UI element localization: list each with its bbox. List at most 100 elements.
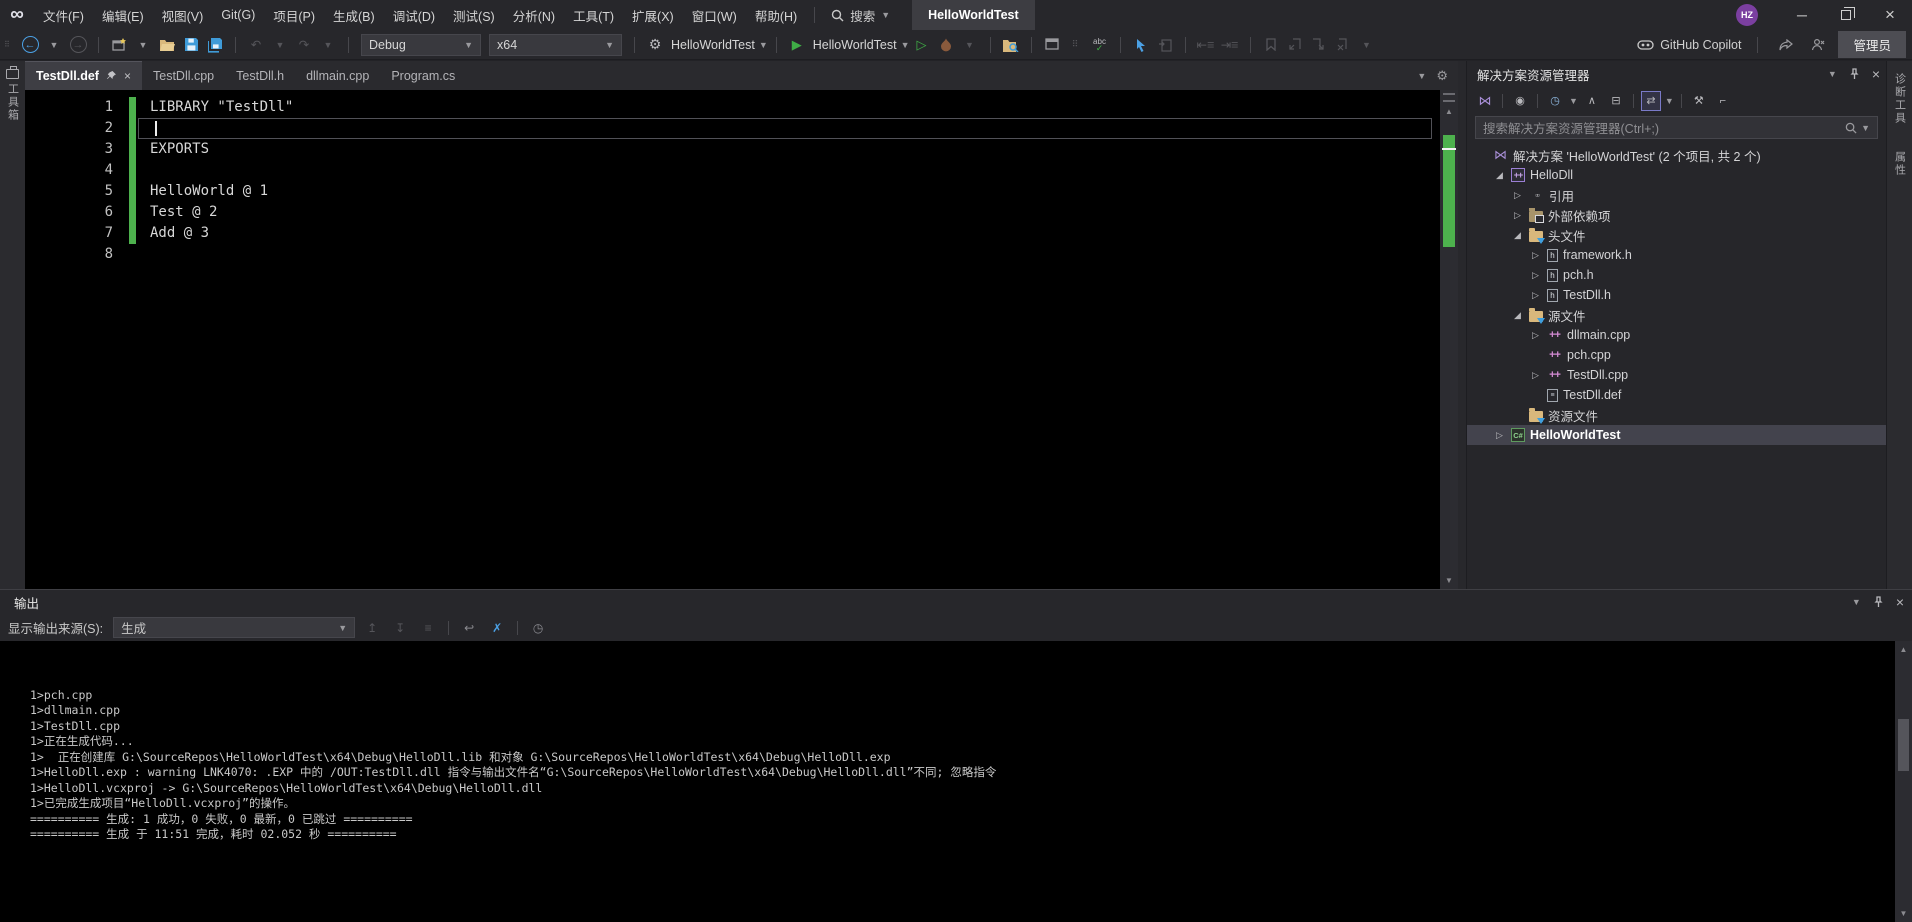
close-button[interactable]: × bbox=[1868, 0, 1912, 30]
expand-arrow-icon[interactable]: ▷ bbox=[1511, 210, 1524, 221]
previous-message-icon[interactable]: ↥ bbox=[361, 617, 383, 638]
tree-row[interactable]: ◢++HelloDll bbox=[1467, 165, 1886, 185]
open-files-filter-icon[interactable]: ◷ bbox=[1545, 91, 1565, 111]
collapse-all-icon[interactable]: ∧ bbox=[1582, 91, 1602, 111]
save-icon[interactable] bbox=[180, 33, 202, 57]
splitter-grip-icon[interactable] bbox=[1443, 93, 1455, 102]
code-line[interactable]: 2 bbox=[25, 118, 1440, 139]
menu-item[interactable]: 测试(S) bbox=[444, 0, 504, 30]
tree-row[interactable]: ▷▫▫引用 bbox=[1467, 185, 1886, 205]
go-to-message-icon[interactable]: ≡ bbox=[417, 617, 439, 638]
menu-item[interactable]: 生成(B) bbox=[324, 0, 384, 30]
tree-row[interactable]: ◢源文件 bbox=[1467, 305, 1886, 325]
collapse-arrow-icon[interactable]: ◢ bbox=[1511, 230, 1524, 241]
feedback-icon[interactable] bbox=[1807, 33, 1829, 57]
previous-bookmark-icon[interactable] bbox=[1284, 33, 1306, 57]
scroll-down-icon[interactable]: ▼ bbox=[1895, 909, 1912, 918]
expand-arrow-icon[interactable]: ▷ bbox=[1529, 370, 1542, 381]
user-avatar[interactable]: HZ bbox=[1736, 4, 1758, 26]
code-editor[interactable]: 1 LIBRARY "TestDll" 2 3 EXPORTS bbox=[25, 90, 1458, 589]
new-project-caret[interactable]: ▼ bbox=[132, 33, 154, 57]
editor-tab[interactable]: Program.cs × bbox=[380, 61, 466, 90]
menu-item[interactable]: 工具(T) bbox=[564, 0, 623, 30]
paste-indent-icon[interactable] bbox=[1154, 33, 1176, 57]
collapse-arrow-icon[interactable]: ◢ bbox=[1493, 170, 1506, 181]
undo-icon[interactable]: ↶ bbox=[245, 33, 267, 57]
tree-row[interactable]: ▷hpch.h bbox=[1467, 265, 1886, 285]
navigate-forward-button[interactable]: → bbox=[67, 33, 89, 57]
hot-reload-icon[interactable] bbox=[935, 33, 957, 57]
close-icon[interactable]: × bbox=[124, 69, 131, 83]
solution-title[interactable]: HelloWorldTest bbox=[912, 0, 1035, 30]
quick-search[interactable]: 搜索 ▼ bbox=[823, 6, 898, 25]
find-in-files-icon[interactable] bbox=[1000, 33, 1022, 57]
scroll-down-icon[interactable]: ▼ bbox=[1440, 576, 1458, 585]
solution-search-input[interactable]: 搜索解决方案资源管理器(Ctrl+;) ▼ bbox=[1475, 116, 1878, 139]
close-icon[interactable]: × bbox=[1896, 594, 1904, 610]
share-icon[interactable] bbox=[1775, 33, 1797, 57]
close-icon[interactable]: × bbox=[1872, 66, 1880, 82]
timestamp-icon[interactable]: ◷ bbox=[527, 617, 549, 638]
toggle-bookmark-icon[interactable] bbox=[1260, 33, 1282, 57]
vertical-splitter[interactable] bbox=[1458, 61, 1466, 589]
pin-icon[interactable] bbox=[106, 70, 117, 81]
save-all-icon[interactable] bbox=[204, 33, 226, 57]
menu-item[interactable]: 项目(P) bbox=[264, 0, 324, 30]
code-line[interactable]: 4 bbox=[25, 160, 1440, 181]
code-line[interactable]: 1 LIBRARY "TestDll" bbox=[25, 97, 1440, 118]
editor-tab[interactable]: TestDll.cpp × bbox=[142, 61, 225, 90]
scroll-up-icon[interactable]: ▲ bbox=[1895, 645, 1912, 654]
properties-wrench-icon[interactable]: ⚒ bbox=[1689, 91, 1709, 111]
pin-icon[interactable] bbox=[1849, 68, 1860, 80]
pending-changes-filter-icon[interactable]: ◉ bbox=[1510, 91, 1530, 111]
tree-row[interactable]: ◢头文件 bbox=[1467, 225, 1886, 245]
output-log[interactable]: 1>pch.cpp1>dllmain.cpp1>TestDll.cpp1>正在生… bbox=[0, 641, 1912, 922]
minimize-button[interactable]: ─ bbox=[1780, 0, 1824, 30]
toolbar-drag-handle[interactable]: ⠿ bbox=[4, 43, 14, 46]
menu-item[interactable]: 窗口(W) bbox=[683, 0, 746, 30]
editor-scrollbar[interactable]: ▲ ▼ bbox=[1440, 90, 1458, 589]
code-line[interactable]: 7 Add @ 3 bbox=[25, 223, 1440, 244]
menu-item[interactable]: 分析(N) bbox=[504, 0, 564, 30]
increase-indent-icon[interactable]: ⇥≡ bbox=[1219, 33, 1241, 57]
tree-row[interactable]: ≡TestDll.def bbox=[1467, 385, 1886, 405]
scrollbar-thumb[interactable] bbox=[1898, 719, 1909, 771]
menu-item[interactable]: 帮助(H) bbox=[746, 0, 806, 30]
select-pointer-icon[interactable] bbox=[1130, 33, 1152, 57]
pin-icon[interactable] bbox=[1873, 596, 1884, 608]
spell-check-icon[interactable]: abc✓ bbox=[1089, 33, 1111, 57]
switch-views-icon[interactable]: ⋈ bbox=[1475, 91, 1495, 111]
tree-row[interactable]: ▷外部依赖项 bbox=[1467, 205, 1886, 225]
properties-pages-icon[interactable]: ⊟ bbox=[1606, 91, 1626, 111]
dock-tab[interactable]: 诊断工具 bbox=[1892, 69, 1908, 129]
solution-platforms-dropdown[interactable]: x64▼ bbox=[489, 34, 622, 56]
new-project-icon[interactable] bbox=[108, 33, 130, 57]
menu-item[interactable]: Git(G) bbox=[212, 0, 264, 30]
display-mode-icon[interactable] bbox=[1041, 33, 1063, 57]
toolbar-overflow-caret[interactable]: ▼ bbox=[1356, 33, 1378, 57]
clear-all-icon[interactable]: ✗ bbox=[486, 617, 508, 638]
code-line[interactable]: 6 Test @ 2 bbox=[25, 202, 1440, 223]
navigate-back-button[interactable]: ← bbox=[19, 33, 41, 57]
startup-project-label[interactable]: HelloWorldTest bbox=[671, 38, 755, 52]
menu-item[interactable]: 视图(V) bbox=[153, 0, 213, 30]
code-line[interactable]: 5 HelloWorld @ 1 bbox=[25, 181, 1440, 202]
tree-row[interactable]: ⋈解决方案 'HelloWorldTest' (2 个项目, 共 2 个) bbox=[1467, 145, 1886, 165]
tree-row[interactable]: ▷hTestDll.h bbox=[1467, 285, 1886, 305]
decrease-indent-icon[interactable]: ⇤≡ bbox=[1195, 33, 1217, 57]
output-scrollbar[interactable]: ▲ ▼ bbox=[1895, 641, 1912, 922]
code-line[interactable]: 3 EXPORTS bbox=[25, 139, 1440, 160]
whitespace-icon[interactable]: ⠿ bbox=[1065, 33, 1087, 57]
tree-row[interactable]: ▷++dllmain.cpp bbox=[1467, 325, 1886, 345]
expand-arrow-icon[interactable]: ▷ bbox=[1529, 250, 1542, 261]
expand-arrow-icon[interactable]: ▷ bbox=[1529, 290, 1542, 301]
navigate-back-caret[interactable]: ▼ bbox=[43, 33, 65, 57]
editor-tab[interactable]: TestDll.def × bbox=[25, 61, 142, 90]
start-debugging-icon[interactable]: ▶ bbox=[786, 33, 808, 57]
startup-project-caret[interactable]: ▼ bbox=[759, 40, 768, 50]
expand-arrow-icon[interactable]: ▷ bbox=[1493, 430, 1506, 441]
code-line[interactable]: 8 bbox=[25, 244, 1440, 265]
editor-tab[interactable]: TestDll.h × bbox=[225, 61, 295, 90]
document-options-gear-icon[interactable]: ⚙ bbox=[1436, 68, 1448, 84]
next-bookmark-icon[interactable] bbox=[1308, 33, 1330, 57]
